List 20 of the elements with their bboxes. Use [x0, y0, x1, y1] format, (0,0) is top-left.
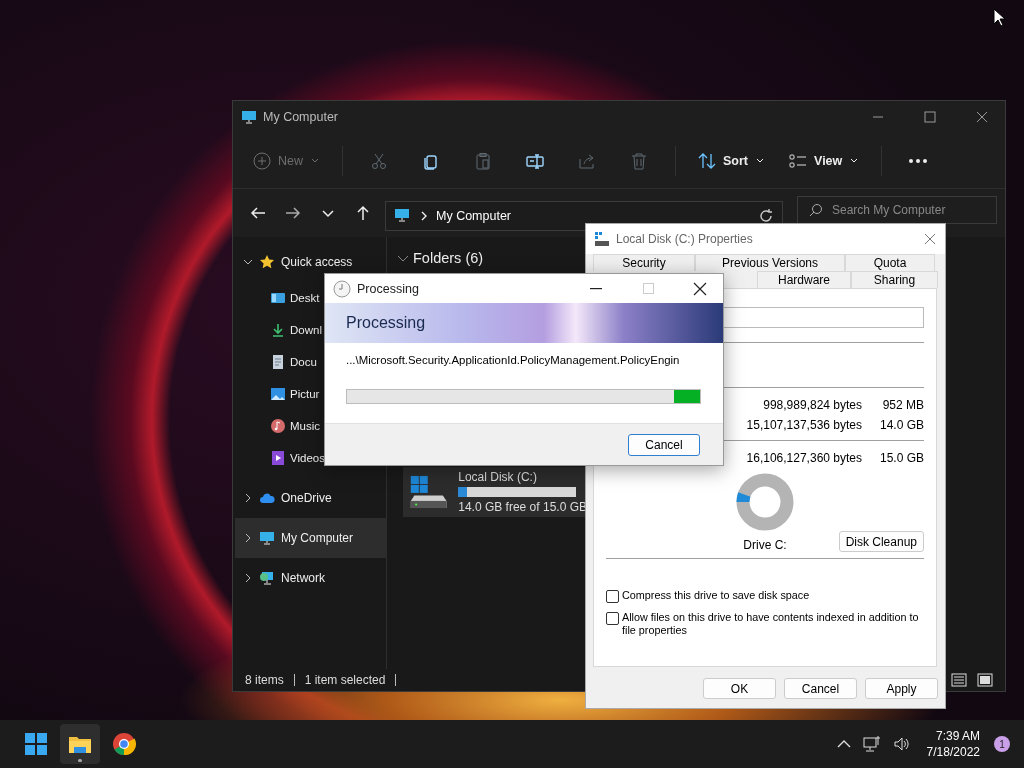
drive-label: Drive C:	[743, 538, 787, 552]
window-title: Local Disk (C:) Properties	[616, 232, 753, 246]
banner-heading: Processing	[325, 303, 723, 343]
size-value: 952 MB	[881, 398, 924, 412]
bytes-value: 998,989,824 bytes	[762, 398, 862, 412]
checkbox-label: Allow files on this drive to have contents indexed in addition to file properties	[622, 611, 920, 637]
size-value: 15.0 GB	[878, 451, 924, 465]
status-text: 8 items	[245, 673, 284, 687]
window-title: My Computer	[263, 110, 339, 124]
checkbox-label: Compress this drive to save disk space	[622, 589, 810, 602]
file-path: ...\Microsoft.Security.ApplicationId.PolicyManagement.PolicyEngin	[346, 354, 681, 366]
bytes-value: 15,107,137,536 bytes	[746, 418, 862, 432]
address-text: My Computer	[436, 209, 512, 223]
size-value: 14.0 GB	[878, 418, 924, 432]
window-title: Processing	[357, 281, 419, 296]
clock-date: 7/18/2022	[926, 744, 980, 760]
bytes-value: 16,106,127,360 bytes	[746, 451, 862, 465]
clock-time: 7:39 AM	[935, 728, 980, 744]
status-text: 1 item selected	[304, 673, 386, 687]
drive-name: Local Disk (C:)	[458, 470, 538, 484]
